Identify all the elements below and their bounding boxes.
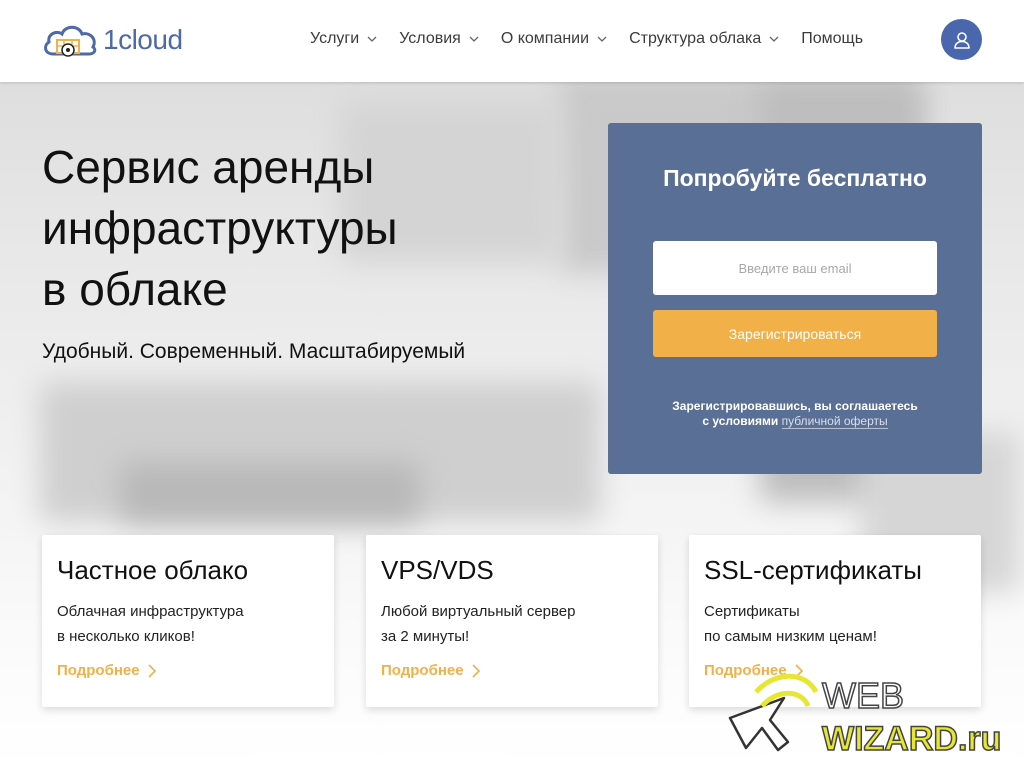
card-description: Сертификаты по самым низким ценам! bbox=[704, 599, 877, 649]
signup-title: Попробуйте бесплатно bbox=[663, 165, 927, 191]
logo-text: 1cloud bbox=[103, 24, 183, 55]
card-title: VPS/VDS bbox=[381, 555, 494, 585]
chevron-right-icon bbox=[472, 663, 480, 678]
card-description: Облачная инфраструктура в несколько клик… bbox=[57, 599, 244, 649]
watermark-text-wizard: WIZARD.ru bbox=[822, 720, 1001, 758]
background-image bbox=[120, 462, 420, 522]
webwizard-watermark: WEB WIZARD.ru bbox=[728, 673, 1002, 759]
cloud-logo-icon bbox=[44, 25, 97, 57]
signup-terms-note: Зарегистрировавшись, вы соглашаетесь с у… bbox=[608, 399, 982, 429]
card-private-cloud[interactable]: Частное облако Облачная инфраструктура в… bbox=[42, 535, 334, 707]
hero-subtitle: Удобный. Современный. Масштабируемый bbox=[42, 340, 466, 363]
nav-label: Услуги bbox=[310, 30, 360, 47]
chevron-down-icon bbox=[769, 36, 779, 42]
public-offer-link[interactable]: публичной оферты bbox=[781, 414, 888, 429]
register-button[interactable]: Зарегистрироваться bbox=[653, 310, 937, 357]
more-label: Подробнее bbox=[57, 662, 140, 679]
hero-title-line: в облаке bbox=[42, 263, 228, 315]
user-account-button[interactable] bbox=[941, 19, 982, 60]
card-more-link[interactable]: Подробнее bbox=[381, 662, 480, 679]
card-desc-line: в несколько кликов! bbox=[57, 628, 195, 645]
more-label: Подробнее bbox=[381, 662, 464, 679]
nav-label: Помощь bbox=[801, 30, 864, 47]
card-description: Любой виртуальный сервер за 2 минуты! bbox=[381, 599, 576, 649]
nav-item-services[interactable]: Услуги bbox=[310, 30, 377, 48]
card-title: Частное облако bbox=[57, 555, 249, 585]
logo[interactable]: 1cloud bbox=[41, 20, 183, 60]
cursor-logo-icon bbox=[728, 673, 819, 752]
email-field[interactable] bbox=[653, 241, 937, 295]
hero-title: Сервис аренды инфраструктуры в облаке bbox=[42, 137, 398, 320]
nav-label: Условия bbox=[399, 30, 461, 47]
chevron-right-icon bbox=[148, 663, 156, 678]
chevron-down-icon bbox=[469, 36, 479, 42]
nav-item-cloud-structure[interactable]: Структура облака bbox=[629, 30, 779, 48]
card-desc-line: Облачная инфраструктура bbox=[57, 603, 244, 620]
signup-panel: Попробуйте бесплатно Зарегистрироваться … bbox=[608, 123, 982, 474]
site-header: 1cloud Услуги Условия О компании Структу… bbox=[0, 0, 1024, 82]
main-nav: Услуги Условия О компании Структура обла… bbox=[310, 30, 885, 48]
card-more-link[interactable]: Подробнее bbox=[57, 662, 156, 679]
card-desc-line: Любой виртуальный сервер bbox=[381, 603, 576, 620]
nav-label: О компании bbox=[500, 30, 590, 47]
terms-note-prefix: с условиями bbox=[702, 414, 779, 428]
hero-section: Сервис аренды инфраструктуры в облаке Уд… bbox=[0, 82, 1024, 768]
terms-note-text: Зарегистрировавшись, вы соглашаетесь bbox=[672, 399, 918, 413]
card-desc-line: Сертификаты bbox=[704, 603, 800, 620]
nav-item-terms[interactable]: Условия bbox=[399, 30, 479, 48]
card-desc-line: по самым низким ценам! bbox=[704, 628, 877, 645]
user-icon bbox=[953, 31, 970, 49]
chevron-down-icon bbox=[367, 36, 377, 42]
nav-item-about[interactable]: О компании bbox=[501, 30, 607, 48]
card-title: SSL-сертификаты bbox=[704, 555, 922, 585]
watermark-text-web: WEB bbox=[822, 675, 904, 716]
nav-label: Структура облака bbox=[629, 30, 762, 47]
card-desc-line: за 2 минуты! bbox=[381, 628, 470, 645]
hero-title-line: инфраструктуры bbox=[42, 202, 398, 254]
nav-item-help[interactable]: Помощь bbox=[801, 30, 863, 48]
chevron-down-icon bbox=[597, 36, 607, 42]
card-vps-vds[interactable]: VPS/VDS Любой виртуальный сервер за 2 ми… bbox=[366, 535, 658, 707]
hero-title-line: Сервис аренды bbox=[42, 141, 375, 193]
